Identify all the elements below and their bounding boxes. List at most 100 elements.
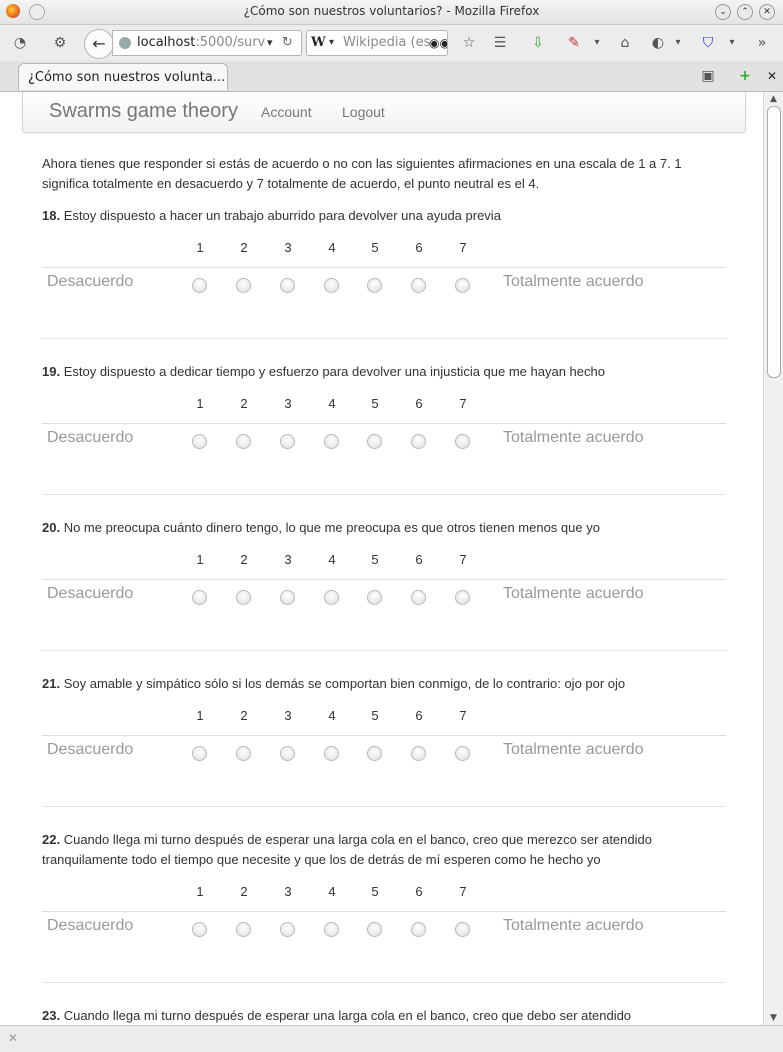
question-number: 18. <box>42 208 61 223</box>
radio-option-1[interactable] <box>192 922 207 937</box>
radio-option-2[interactable] <box>236 746 251 761</box>
radio-option-3[interactable] <box>280 434 295 449</box>
adblock-dropdown-icon[interactable]: ▾ <box>722 33 742 53</box>
radio-option-3[interactable] <box>280 590 295 605</box>
radio-option-2[interactable] <box>236 434 251 449</box>
scale-number: 2 <box>240 884 248 899</box>
scroll-thumb[interactable] <box>767 106 781 378</box>
radio-option-7[interactable] <box>455 746 470 761</box>
search-engine-dropdown-icon[interactable]: ▾ <box>329 31 334 55</box>
radio-option-3[interactable] <box>280 922 295 937</box>
addon-dropdown-icon[interactable]: ▾ <box>587 33 607 53</box>
minimize-button[interactable]: ⌄ <box>715 4 731 20</box>
scale-number: 5 <box>371 240 379 255</box>
question-text: 18. Estoy dispuesto a hacer un trabajo a… <box>42 206 726 226</box>
radio-option-5[interactable] <box>367 278 382 293</box>
overflow-menu-button[interactable]: » <box>752 33 772 53</box>
scale-left-label: Desacuerdo <box>47 273 134 290</box>
url-bar[interactable]: localhost:5000/surv ▾ ↻ <box>112 30 302 56</box>
radio-option-3[interactable] <box>280 746 295 761</box>
scale-right-label: Totalmente acuerdo <box>503 741 644 758</box>
wikipedia-icon[interactable]: W <box>311 31 326 55</box>
radio-option-4[interactable] <box>324 746 339 761</box>
radio-option-4[interactable] <box>324 922 339 937</box>
radio-option-1[interactable] <box>192 278 207 293</box>
theme-dropdown-icon[interactable]: ▾ <box>668 33 688 53</box>
radio-option-4[interactable] <box>324 590 339 605</box>
radio-option-4[interactable] <box>324 278 339 293</box>
radio-option-5[interactable] <box>367 922 382 937</box>
radio-option-7[interactable] <box>455 922 470 937</box>
bookmark-star-icon[interactable]: ☆ <box>459 33 479 53</box>
scroll-down-icon[interactable]: ▼ <box>764 1011 783 1025</box>
scale-left-label: Desacuerdo <box>47 585 134 602</box>
radio-option-7[interactable] <box>455 434 470 449</box>
question-number: 21. <box>42 676 61 691</box>
adblock-icon[interactable]: ⛉ <box>698 33 718 53</box>
radio-option-2[interactable] <box>236 278 251 293</box>
question-statement: No me preocupa cuánto dinero tengo, lo q… <box>63 520 600 535</box>
radio-option-6[interactable] <box>411 590 426 605</box>
close-tab-button[interactable]: ✕ <box>764 68 780 84</box>
radio-option-5[interactable] <box>367 590 382 605</box>
logout-link[interactable]: Logout <box>342 104 385 120</box>
scroll-up-icon[interactable]: ▲ <box>764 92 783 106</box>
scale-number: 6 <box>415 552 423 567</box>
radio-option-2[interactable] <box>236 590 251 605</box>
radio-option-7[interactable] <box>455 278 470 293</box>
radio-option-7[interactable] <box>455 590 470 605</box>
addon-icon[interactable]: ✎ <box>564 33 584 53</box>
brand-link[interactable]: Swarms game theory <box>49 100 238 123</box>
tab-groups-icon[interactable]: ▣ <box>700 68 716 84</box>
scale-number: 3 <box>284 552 292 567</box>
account-link[interactable]: Account <box>261 104 312 120</box>
history-icon[interactable]: ◔ <box>10 33 30 53</box>
reload-button[interactable]: ↻ <box>282 31 293 55</box>
radio-option-5[interactable] <box>367 746 382 761</box>
survey-instructions: Ahora tienes que responder si estás de a… <box>42 156 682 191</box>
binoculars-icon[interactable]: ◉◉ <box>429 31 447 55</box>
tab-bar: ¿Cómo son nuestros volunta... ▣ + ✕ <box>0 61 783 92</box>
question-statement: Estoy dispuesto a hacer un trabajo aburr… <box>63 208 501 223</box>
radio-option-4[interactable] <box>324 434 339 449</box>
url-dropdown-icon[interactable]: ▾ <box>267 31 273 55</box>
home-icon[interactable]: ⌂ <box>615 33 635 53</box>
tab-active[interactable]: ¿Cómo son nuestros volunta... <box>18 63 228 90</box>
radio-option-6[interactable] <box>411 278 426 293</box>
radio-option-6[interactable] <box>411 922 426 937</box>
radio-option-1[interactable] <box>192 590 207 605</box>
new-tab-button[interactable]: + <box>737 68 753 84</box>
radio-option-2[interactable] <box>236 922 251 937</box>
search-bar[interactable]: W ▾ Wikipedia (es ◉◉ <box>306 30 448 56</box>
vertical-scrollbar[interactable]: ▲ ▼ <box>763 92 783 1025</box>
scale-number: 6 <box>415 884 423 899</box>
radio-option-1[interactable] <box>192 434 207 449</box>
radio-option-6[interactable] <box>411 434 426 449</box>
theme-icon[interactable]: ◐ <box>648 33 668 53</box>
radio-option-1[interactable] <box>192 746 207 761</box>
sync-icon[interactable]: ⚙ <box>50 33 70 53</box>
download-icon[interactable]: ⇩ <box>528 33 548 53</box>
scale-number: 3 <box>284 884 292 899</box>
scale-right-label: Totalmente acuerdo <box>503 273 644 290</box>
question-separator <box>42 806 726 807</box>
radio-option-6[interactable] <box>411 746 426 761</box>
scale-number: 5 <box>371 396 379 411</box>
close-findbar-button[interactable]: ✕ <box>8 1031 18 1045</box>
scale-number: 4 <box>328 884 336 899</box>
question-text: 22. Cuando llega mi turno después de esp… <box>42 830 726 870</box>
radio-option-5[interactable] <box>367 434 382 449</box>
reading-list-icon[interactable]: ☰ <box>490 33 510 53</box>
back-button[interactable]: ← <box>84 29 114 59</box>
search-placeholder: Wikipedia (es <box>343 35 431 50</box>
scale-number: 1 <box>196 708 204 723</box>
maximize-button[interactable]: ⌃ <box>737 4 753 20</box>
scale-number: 1 <box>196 552 204 567</box>
question-statement: Estoy dispuesto a dedicar tiempo y esfue… <box>63 364 605 379</box>
scale-divider <box>42 423 726 424</box>
question-text: 20. No me preocupa cuánto dinero tengo, … <box>42 518 726 538</box>
radio-option-3[interactable] <box>280 278 295 293</box>
status-bar: ✕ <box>0 1025 783 1052</box>
close-window-button[interactable]: ✕ <box>759 4 775 20</box>
scale-number: 2 <box>240 240 248 255</box>
